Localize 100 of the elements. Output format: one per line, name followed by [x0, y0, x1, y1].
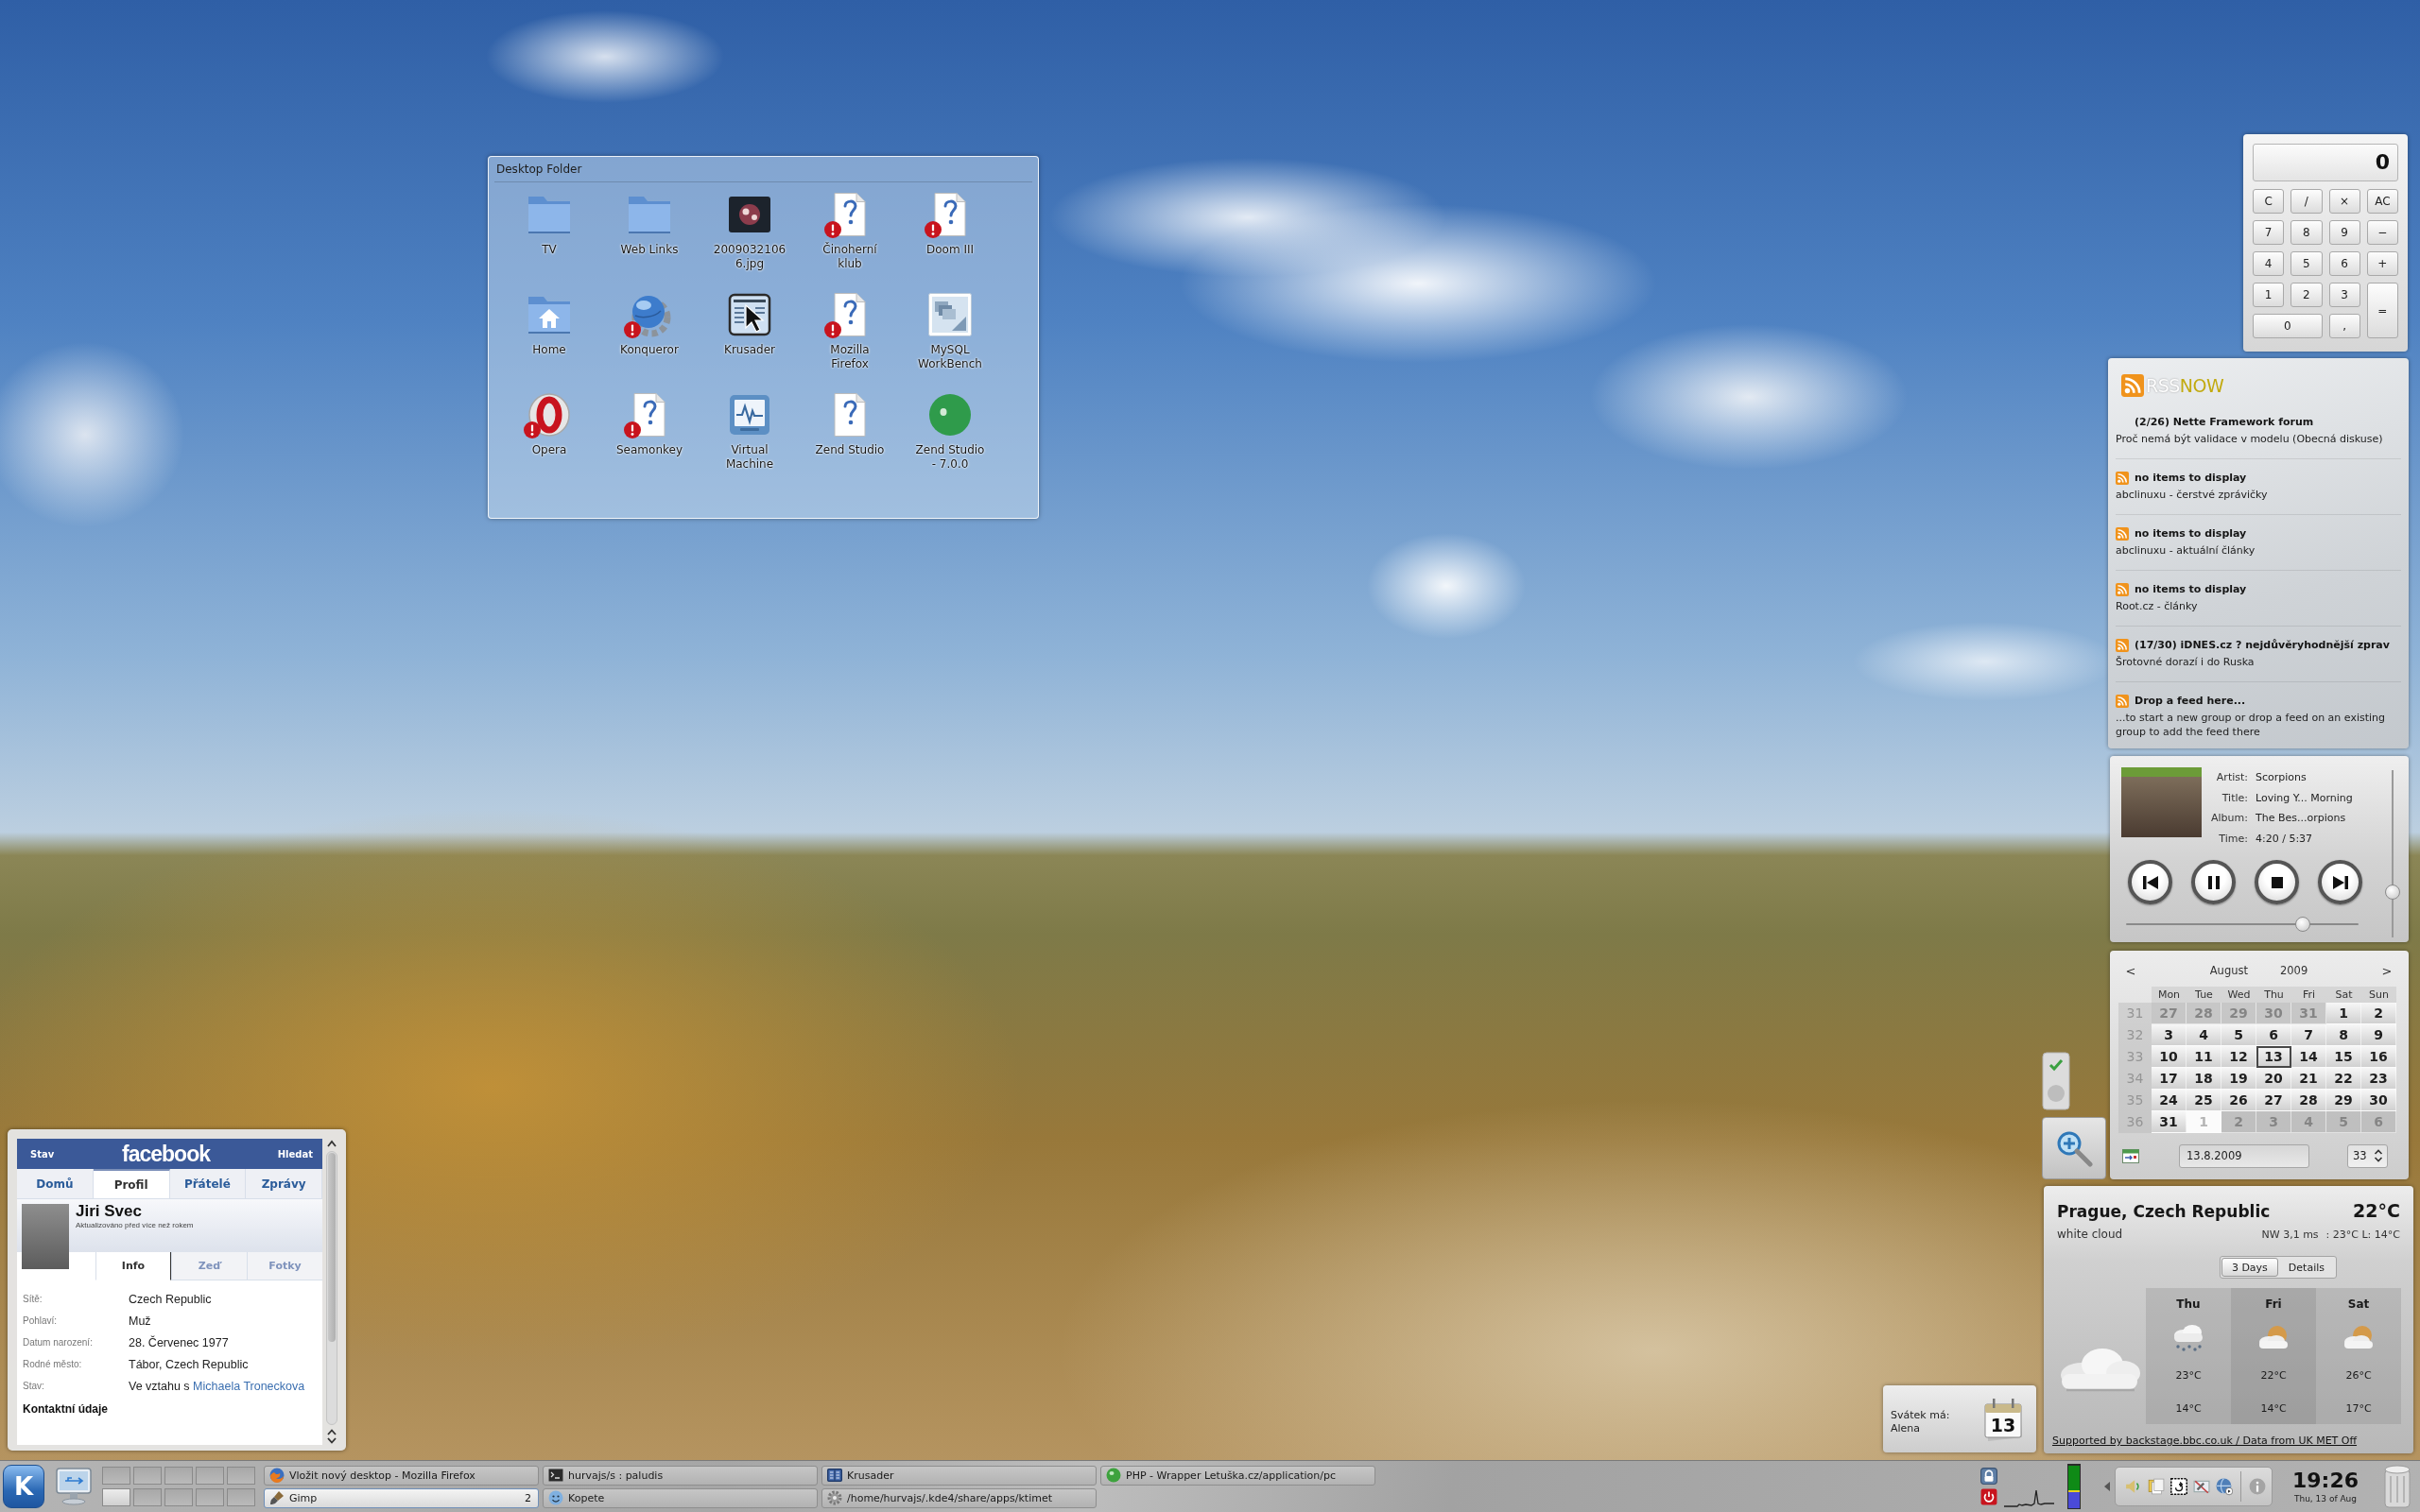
task-button[interactable]: Vložit nový desktop - Mozilla Firefox: [264, 1465, 539, 1486]
calendar-day[interactable]: 21: [2291, 1068, 2326, 1090]
calculator-key[interactable]: 1: [2253, 283, 2285, 307]
year-label[interactable]: 2009: [2280, 964, 2308, 977]
calendar-day[interactable]: 11: [2187, 1046, 2221, 1068]
calculator-key[interactable]: /: [2290, 189, 2323, 214]
profile-link[interactable]: Michaela Troneckova: [193, 1380, 305, 1393]
slider-thumb[interactable]: [2295, 917, 2311, 932]
calendar-day[interactable]: 7: [2291, 1024, 2326, 1046]
scrollbar[interactable]: [326, 1151, 337, 1425]
calculator-key[interactable]: 5: [2290, 251, 2323, 276]
date-field[interactable]: 13.8.2009: [2179, 1143, 2309, 1168]
clock-time[interactable]: 19:26: [2292, 1469, 2359, 1493]
calculator-key[interactable]: 0: [2253, 314, 2323, 338]
attribution-link[interactable]: Supported by backstage.bbc.co.uk / Data from UK MET Off: [2052, 1435, 2358, 1448]
desktop-shortcut[interactable]: TV: [511, 192, 587, 257]
desktop-shortcut[interactable]: MySQL WorkBench: [912, 292, 988, 371]
calendar-day[interactable]: 22: [2326, 1068, 2361, 1090]
desktop-shortcut[interactable]: Činoherní klub: [812, 192, 888, 271]
calculator-key[interactable]: AC: [2366, 189, 2398, 214]
calendar-day[interactable]: 3: [2152, 1024, 2187, 1046]
task-button[interactable]: Kopete: [543, 1487, 818, 1508]
profile-tab[interactable]: Info: [95, 1252, 171, 1280]
calendar-day[interactable]: 26: [2221, 1090, 2256, 1111]
task-button[interactable]: hurvajs/s : paludis: [543, 1465, 818, 1486]
volume-slider[interactable]: [2385, 770, 2400, 937]
task-button[interactable]: Krusader: [821, 1465, 1097, 1486]
clock-date[interactable]: Thu, 13 of Aug: [2293, 1493, 2358, 1504]
desktop-shortcut[interactable]: Virtual Machine: [712, 392, 787, 472]
feed-title[interactable]: no items to display: [2135, 582, 2247, 596]
calculator-key[interactable]: 2: [2290, 283, 2323, 307]
virtual-desktop[interactable]: [196, 1467, 224, 1485]
desktop-shortcut[interactable]: Doom III: [912, 192, 988, 257]
calendar-day[interactable]: 24: [2152, 1090, 2187, 1111]
scrollbar-thumb[interactable]: [328, 1153, 336, 1342]
application-launcher-button[interactable]: K: [3, 1465, 44, 1508]
month-label[interactable]: August: [2209, 964, 2248, 977]
virtual-desktop[interactable]: [164, 1467, 193, 1485]
calculator-key[interactable]: 9: [2328, 220, 2360, 245]
calendar-day[interactable]: 30: [2361, 1090, 2396, 1111]
feed-title[interactable]: Drop a feed here...: [2135, 694, 2246, 708]
nav-tab[interactable]: Domů: [17, 1169, 94, 1198]
desktop-shortcut[interactable]: Seamonkey: [612, 392, 687, 457]
previous-button[interactable]: [2128, 860, 2172, 904]
calendar-day[interactable]: 29: [2326, 1090, 2361, 1111]
calendar-day[interactable]: 1: [2326, 1003, 2361, 1024]
info-icon[interactable]: [2248, 1476, 2266, 1497]
documents-icon[interactable]: [2148, 1476, 2166, 1497]
calendar-icon[interactable]: [2122, 1148, 2139, 1163]
calculator-key[interactable]: =: [2366, 283, 2398, 338]
task-button[interactable]: Gimp 2: [264, 1487, 539, 1508]
virtual-desktop[interactable]: [133, 1488, 162, 1506]
calculator-key[interactable]: C: [2253, 189, 2285, 214]
position-slider[interactable]: [2126, 917, 2359, 932]
calendar-day[interactable]: 19: [2221, 1068, 2256, 1090]
virtual-desktop[interactable]: [164, 1488, 193, 1506]
stop-button[interactable]: [2255, 860, 2299, 904]
check-toggle-icon[interactable]: [2042, 1052, 2070, 1110]
previous-month-button[interactable]: <: [2118, 960, 2143, 981]
scroll-up-icon[interactable]: [326, 1139, 337, 1148]
calculator-key[interactable]: 4: [2253, 251, 2285, 276]
next-button[interactable]: [2318, 860, 2362, 904]
desktop-shortcut[interactable]: Web Links: [612, 192, 687, 257]
monitor-icon[interactable]: [56, 1468, 92, 1505]
calendar-day[interactable]: 25: [2187, 1090, 2221, 1111]
desktop-shortcut[interactable]: 20090321066.jpg: [712, 192, 787, 271]
calendar-day[interactable]: 17: [2152, 1068, 2187, 1090]
view-tab[interactable]: Details: [2277, 1258, 2335, 1277]
calculator-key[interactable]: ,: [2328, 314, 2360, 338]
lock-icon[interactable]: [1980, 1468, 1997, 1485]
week-spinbox[interactable]: 33: [2347, 1143, 2388, 1168]
desktop-shortcut[interactable]: Zend Studio - 7.0.0: [912, 392, 988, 472]
virtual-desktop[interactable]: [102, 1488, 130, 1506]
feed-title[interactable]: (2/26) Nette Framework forum: [2135, 415, 2314, 429]
view-tab[interactable]: 3 Days: [2221, 1258, 2278, 1277]
calculator-key[interactable]: 3: [2328, 283, 2360, 307]
power-icon[interactable]: [1980, 1488, 1997, 1505]
calendar-day[interactable]: 9: [2361, 1024, 2396, 1046]
calendar-day[interactable]: 13: [2256, 1046, 2291, 1068]
caret-icon[interactable]: [2103, 1481, 2111, 1492]
desktop-shortcut[interactable]: Zend Studio: [812, 392, 888, 457]
calendar-day[interactable]: 23: [2361, 1068, 2396, 1090]
nav-tab[interactable]: Přátelé: [169, 1169, 247, 1198]
calendar-day[interactable]: 5: [2221, 1024, 2256, 1046]
search-link[interactable]: Hledat: [277, 1148, 313, 1160]
desktop-shortcut[interactable]: Konqueror: [612, 292, 687, 357]
virtual-desktop[interactable]: [227, 1467, 255, 1485]
task-button[interactable]: PHP - Wrapper Letuška.cz/application/pc: [1100, 1465, 1375, 1486]
next-month-button[interactable]: >: [2375, 960, 2399, 981]
nav-tab[interactable]: Zprávy: [246, 1169, 322, 1198]
calendar-day[interactable]: 28: [2291, 1090, 2326, 1111]
zoom-in-button[interactable]: [2042, 1117, 2106, 1179]
scroll-arrows-icon[interactable]: [326, 1428, 337, 1445]
calendar-day[interactable]: 20: [2256, 1068, 2291, 1090]
slider-thumb[interactable]: [2385, 884, 2400, 900]
desktop-shortcut[interactable]: Krusader: [712, 292, 787, 357]
calendar-day[interactable]: 14: [2291, 1046, 2326, 1068]
refresh-box-icon[interactable]: [2170, 1476, 2188, 1497]
calendar-day[interactable]: 12: [2221, 1046, 2256, 1068]
calendar-day[interactable]: 18: [2187, 1068, 2221, 1090]
